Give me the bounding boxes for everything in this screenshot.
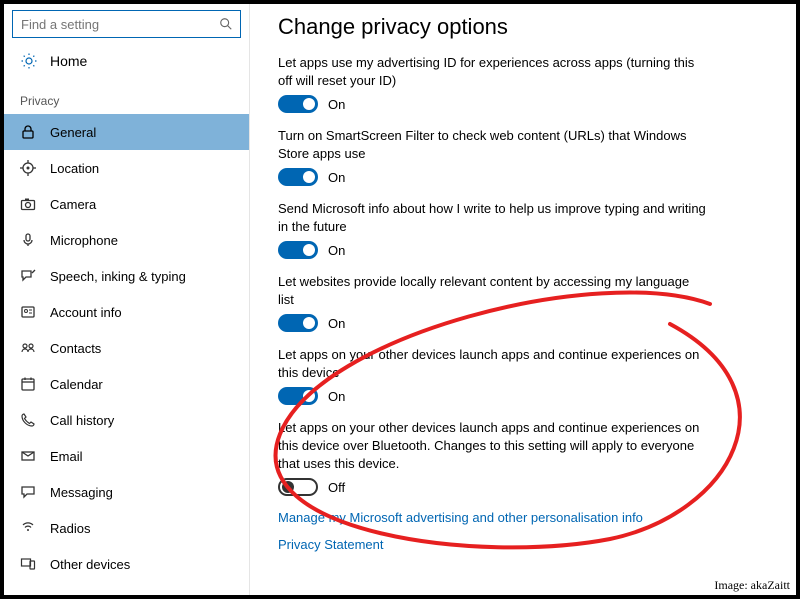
sidebar-item-label: Speech, inking & typing	[50, 269, 186, 284]
setting-smartscreen: Turn on SmartScreen Filter to check web …	[278, 127, 708, 186]
sidebar-item-speech[interactable]: Speech, inking & typing	[4, 258, 249, 294]
phone-icon	[20, 412, 36, 428]
sidebar-item-contacts[interactable]: Contacts	[4, 330, 249, 366]
sidebar-item-calendar[interactable]: Calendar	[4, 366, 249, 402]
devices-icon	[20, 556, 36, 572]
setting-desc: Turn on SmartScreen Filter to check web …	[278, 127, 708, 162]
setting-desc: Let apps on your other devices launch ap…	[278, 419, 708, 472]
sidebar-item-account[interactable]: Account info	[4, 294, 249, 330]
contacts-icon	[20, 340, 36, 356]
sidebar-item-callhistory[interactable]: Call history	[4, 402, 249, 438]
section-title: Privacy	[4, 80, 249, 114]
sidebar: Home Privacy General Location Camera Mic…	[4, 4, 250, 595]
email-icon	[20, 448, 36, 464]
page-title: Change privacy options	[278, 14, 768, 40]
sidebar-item-label: Other devices	[50, 557, 130, 572]
sidebar-item-label: Call history	[50, 413, 114, 428]
setting-advertising-id: Let apps use my advertising ID for exper…	[278, 54, 708, 113]
sidebar-item-label: Account info	[50, 305, 122, 320]
sidebar-item-radios[interactable]: Radios	[4, 510, 249, 546]
link-privacy-statement[interactable]: Privacy Statement	[278, 537, 768, 552]
speech-icon	[20, 268, 36, 284]
sidebar-item-label: Messaging	[50, 485, 113, 500]
camera-icon	[20, 196, 36, 212]
sidebar-item-label: Location	[50, 161, 99, 176]
sidebar-item-label: Radios	[50, 521, 90, 536]
toggle-typing-info[interactable]	[278, 241, 318, 259]
toggle-cross-device[interactable]	[278, 387, 318, 405]
gear-icon	[20, 52, 38, 70]
toggle-state-label: On	[328, 389, 345, 404]
sidebar-item-label: General	[50, 125, 96, 140]
sidebar-item-label: Email	[50, 449, 83, 464]
toggle-language-list[interactable]	[278, 314, 318, 332]
calendar-icon	[20, 376, 36, 392]
sidebar-item-messaging[interactable]: Messaging	[4, 474, 249, 510]
content-pane: Change privacy options Let apps use my a…	[250, 4, 796, 595]
sidebar-item-otherdevices[interactable]: Other devices	[4, 546, 249, 582]
sidebar-item-label: Contacts	[50, 341, 101, 356]
setting-desc: Let websites provide locally relevant co…	[278, 273, 708, 308]
home-label: Home	[50, 53, 87, 69]
toggle-cross-device-bluetooth[interactable]	[278, 478, 318, 496]
home-button[interactable]: Home	[4, 42, 249, 80]
account-icon	[20, 304, 36, 320]
sidebar-item-email[interactable]: Email	[4, 438, 249, 474]
sidebar-item-camera[interactable]: Camera	[4, 186, 249, 222]
setting-cross-device: Let apps on your other devices launch ap…	[278, 346, 708, 405]
setting-desc: Send Microsoft info about how I write to…	[278, 200, 708, 235]
toggle-state-label: On	[328, 97, 345, 112]
link-manage-advertising[interactable]: Manage my Microsoft advertising and othe…	[278, 510, 768, 525]
search-icon	[219, 17, 233, 31]
messaging-icon	[20, 484, 36, 500]
microphone-icon	[20, 232, 36, 248]
toggle-state-label: On	[328, 243, 345, 258]
lock-icon	[20, 124, 36, 140]
sidebar-item-label: Microphone	[50, 233, 118, 248]
setting-desc: Let apps use my advertising ID for exper…	[278, 54, 708, 89]
sidebar-item-location[interactable]: Location	[4, 150, 249, 186]
location-icon	[20, 160, 36, 176]
radios-icon	[20, 520, 36, 536]
toggle-state-label: On	[328, 316, 345, 331]
sidebar-item-label: Camera	[50, 197, 96, 212]
setting-language-list: Let websites provide locally relevant co…	[278, 273, 708, 332]
setting-typing-info: Send Microsoft info about how I write to…	[278, 200, 708, 259]
toggle-smartscreen[interactable]	[278, 168, 318, 186]
image-credit: Image: akaZaitt	[714, 578, 790, 593]
toggle-advertising-id[interactable]	[278, 95, 318, 113]
setting-desc: Let apps on your other devices launch ap…	[278, 346, 708, 381]
sidebar-item-label: Calendar	[50, 377, 103, 392]
sidebar-item-general[interactable]: General	[4, 114, 249, 150]
toggle-state-label: Off	[328, 480, 345, 495]
search-input[interactable]	[12, 10, 241, 38]
sidebar-item-microphone[interactable]: Microphone	[4, 222, 249, 258]
setting-cross-device-bluetooth: Let apps on your other devices launch ap…	[278, 419, 708, 496]
toggle-state-label: On	[328, 170, 345, 185]
